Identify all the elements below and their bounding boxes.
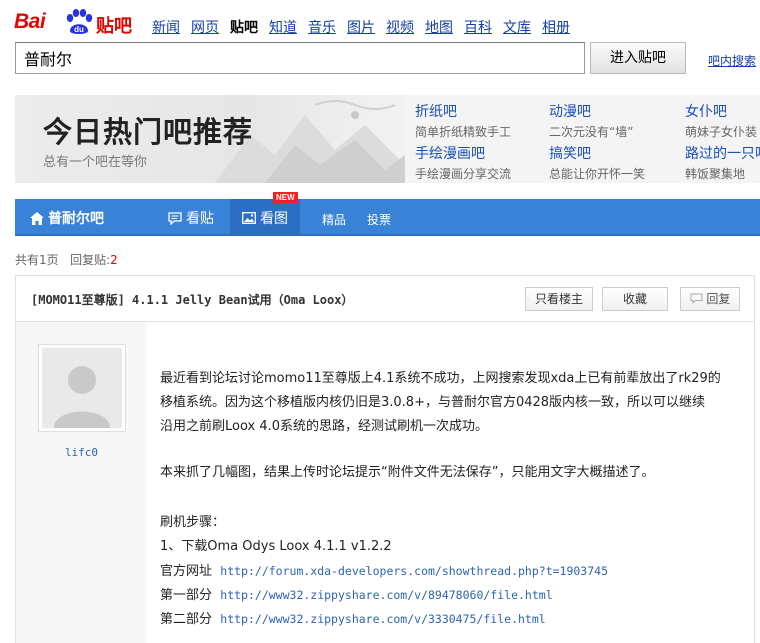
post-paragraph-1-line: 移植系统。因为这个移植版内核仍旧是3.0.8+，与普耐尔官方0428版内核一致，… [160,395,706,410]
pages-count: 1 [39,253,47,267]
hot-bar-desc: 总能让你开怀一笑 [549,167,646,181]
replies-label: 回复贴: [70,253,111,267]
top-header: Bai du 贴吧 新闻 网页 贴吧 知道 音乐 图片 视频 地图 百科 文库 … [0,0,760,40]
nav-web[interactable]: 网页 [191,17,219,37]
hot-bar-name[interactable]: 动漫吧 [549,101,633,121]
nav-map[interactable]: 地图 [425,17,453,37]
tab-label: 看图 [260,210,288,227]
pages-unit: 页 [46,253,59,267]
thread-stats: 共有1页 回复贴:2 [15,251,118,268]
replies-count: 2 [110,253,118,267]
hot-bar-item[interactable]: 动漫吧 二次元没有“墙” [549,101,633,140]
hot-bar-name[interactable]: 搞笑吧 [549,143,645,163]
banner-title: 今日热门吧推荐 [43,115,254,149]
part2-url-link[interactable]: http://www32.zippyshare.com/v/3330475/fi… [220,612,545,626]
link-label: 官方网址 [160,564,213,579]
hot-bar-item[interactable]: 搞笑吧 总能让你开怀一笑 [549,143,645,182]
collect-button[interactable]: 收藏 [602,287,668,311]
hot-bar-desc: 萌妹子女仆装 [685,125,758,139]
tab-view-images[interactable]: 看图 [230,199,300,236]
banner-subtitle: 总有一个吧在等你 [43,155,148,170]
home-icon [30,211,44,225]
link-line-part2: 第二部分 http://www32.zippyshare.com/v/33304… [160,607,745,632]
author-panel: lifc0 [15,322,146,643]
enter-tieba-button[interactable]: 进入贴吧 [590,42,686,74]
default-avatar-icon [42,348,122,428]
part1-url-link[interactable]: http://www32.zippyshare.com/v/89478060/f… [220,588,552,602]
hot-bar-desc: 手绘漫画分享交流 [415,167,512,181]
hot-bar-desc: 二次元没有“墙” [549,125,634,139]
top-nav: 新闻 网页 贴吧 知道 音乐 图片 视频 地图 百科 文库 相册 [152,17,581,37]
step-1: 1、下载Oma Odys Loox 4.1.1 v1.2.2 [160,539,392,554]
nav-tieba[interactable]: 贴吧 [230,17,258,37]
avatar[interactable] [38,344,126,432]
chat-bubble-icon [168,211,182,225]
baidu-tieba-logo[interactable]: Bai du 贴吧 [14,8,136,38]
reply-button[interactable]: 回复 [680,287,740,311]
steps-title: 刷机步骤： [160,515,226,530]
forum-tab-bar: 普耐尔吧 看贴 看图 NEW 精品 投票 [15,192,760,236]
pages-label: 共有 [15,253,40,267]
post-paragraph-1-line: 最近看到论坛讨论momo11至尊版上4.1系统不成功，上网搜索发现xda上已有前… [160,371,721,386]
nav-wenku[interactable]: 文库 [503,17,531,37]
banner-image: 今日热门吧推荐 总有一个吧在等你 [15,95,405,183]
lz-only-button[interactable]: 只看楼主 [525,287,593,311]
nav-images[interactable]: 图片 [347,17,375,37]
paw-icon: du [66,9,93,34]
search-input[interactable] [15,42,585,74]
hot-bar-name[interactable]: 折纸吧 [415,101,511,121]
inbar-search-link[interactable]: 吧内搜索 [708,52,756,69]
tab-label: 看贴 [186,211,214,227]
reply-bubble-icon [690,293,703,305]
image-icon [242,211,256,224]
author-name[interactable]: lifc0 [16,446,147,459]
tab-view-posts[interactable]: 看贴 [168,208,214,228]
hot-recommend-banner: 今日热门吧推荐 总有一个吧在等你 折纸吧 简单折纸精致手工 动漫吧 二次元没有“… [15,95,760,183]
hot-bar-desc: 简单折纸精致手工 [415,125,512,139]
post-content: 最近看到论坛讨论momo11至尊版上4.1系统不成功，上网搜索发现xda上已有前… [146,322,755,643]
tab-vote[interactable]: 投票 [367,211,391,228]
forum-name: 普耐尔吧 [48,211,104,227]
post-paragraph-1-line: 沿用之前刷Loox 4.0系统的思路，经测试刷机一次成功。 [160,419,489,434]
nav-album[interactable]: 相册 [542,17,570,37]
post-paragraph-2: 本来抓了几幅图，结果上传时论坛提示“附件文件无法保存”，只能用文字大概描述了。 [160,465,655,480]
link-line-official: 官方网址 http://forum.xda-developers.com/sho… [160,559,745,584]
nav-video[interactable]: 视频 [386,17,414,37]
hot-bar-item[interactable]: 折纸吧 简单折纸精致手工 [415,101,511,140]
reply-label: 回复 [706,292,731,306]
post-paragraph-1: 最近看到论坛讨论momo11至尊版上4.1系统不成功，上网搜索发现xda上已有前… [160,367,745,439]
link-line-part1: 第一部分 http://www32.zippyshare.com/v/89478… [160,583,745,608]
nav-baike[interactable]: 百科 [464,17,492,37]
hot-bar-name[interactable]: 手绘漫画吧 [415,143,511,163]
logo-text-bai: Bai [14,10,46,33]
nav-zhidao[interactable]: 知道 [269,17,297,37]
official-url-link[interactable]: http://forum.xda-developers.com/showthre… [220,564,608,578]
logo-text-du: du [74,25,84,34]
hot-bar-name[interactable]: 路过的一只吧 [685,143,760,163]
forum-home-link[interactable]: 普耐尔吧 [30,208,104,228]
hot-bar-desc: 韩饭聚集地 [685,167,746,181]
tab-featured[interactable]: 精品 [322,211,346,228]
link-label: 第一部分 [160,588,213,603]
hot-bar-item[interactable]: 女仆吧 萌妹子女仆装 [685,101,757,140]
new-badge: NEW [273,192,298,203]
hot-bar-item[interactable]: 手绘漫画吧 手绘漫画分享交流 [415,143,511,182]
nav-music[interactable]: 音乐 [308,17,336,37]
link-label: 第二部分 [160,612,213,627]
thread-title: [MOMO11至尊版] 4.1.1 Jelly Bean试用（Oma Loox） [31,293,354,307]
hot-bar-item[interactable]: 路过的一只吧 韩饭聚集地 [685,143,760,182]
hot-bar-name[interactable]: 女仆吧 [685,101,757,121]
post-header: [MOMO11至尊版] 4.1.1 Jelly Bean试用（Oma Loox）… [15,275,755,322]
nav-news[interactable]: 新闻 [152,17,180,37]
logo-text-tieba: 贴吧 [96,16,132,37]
